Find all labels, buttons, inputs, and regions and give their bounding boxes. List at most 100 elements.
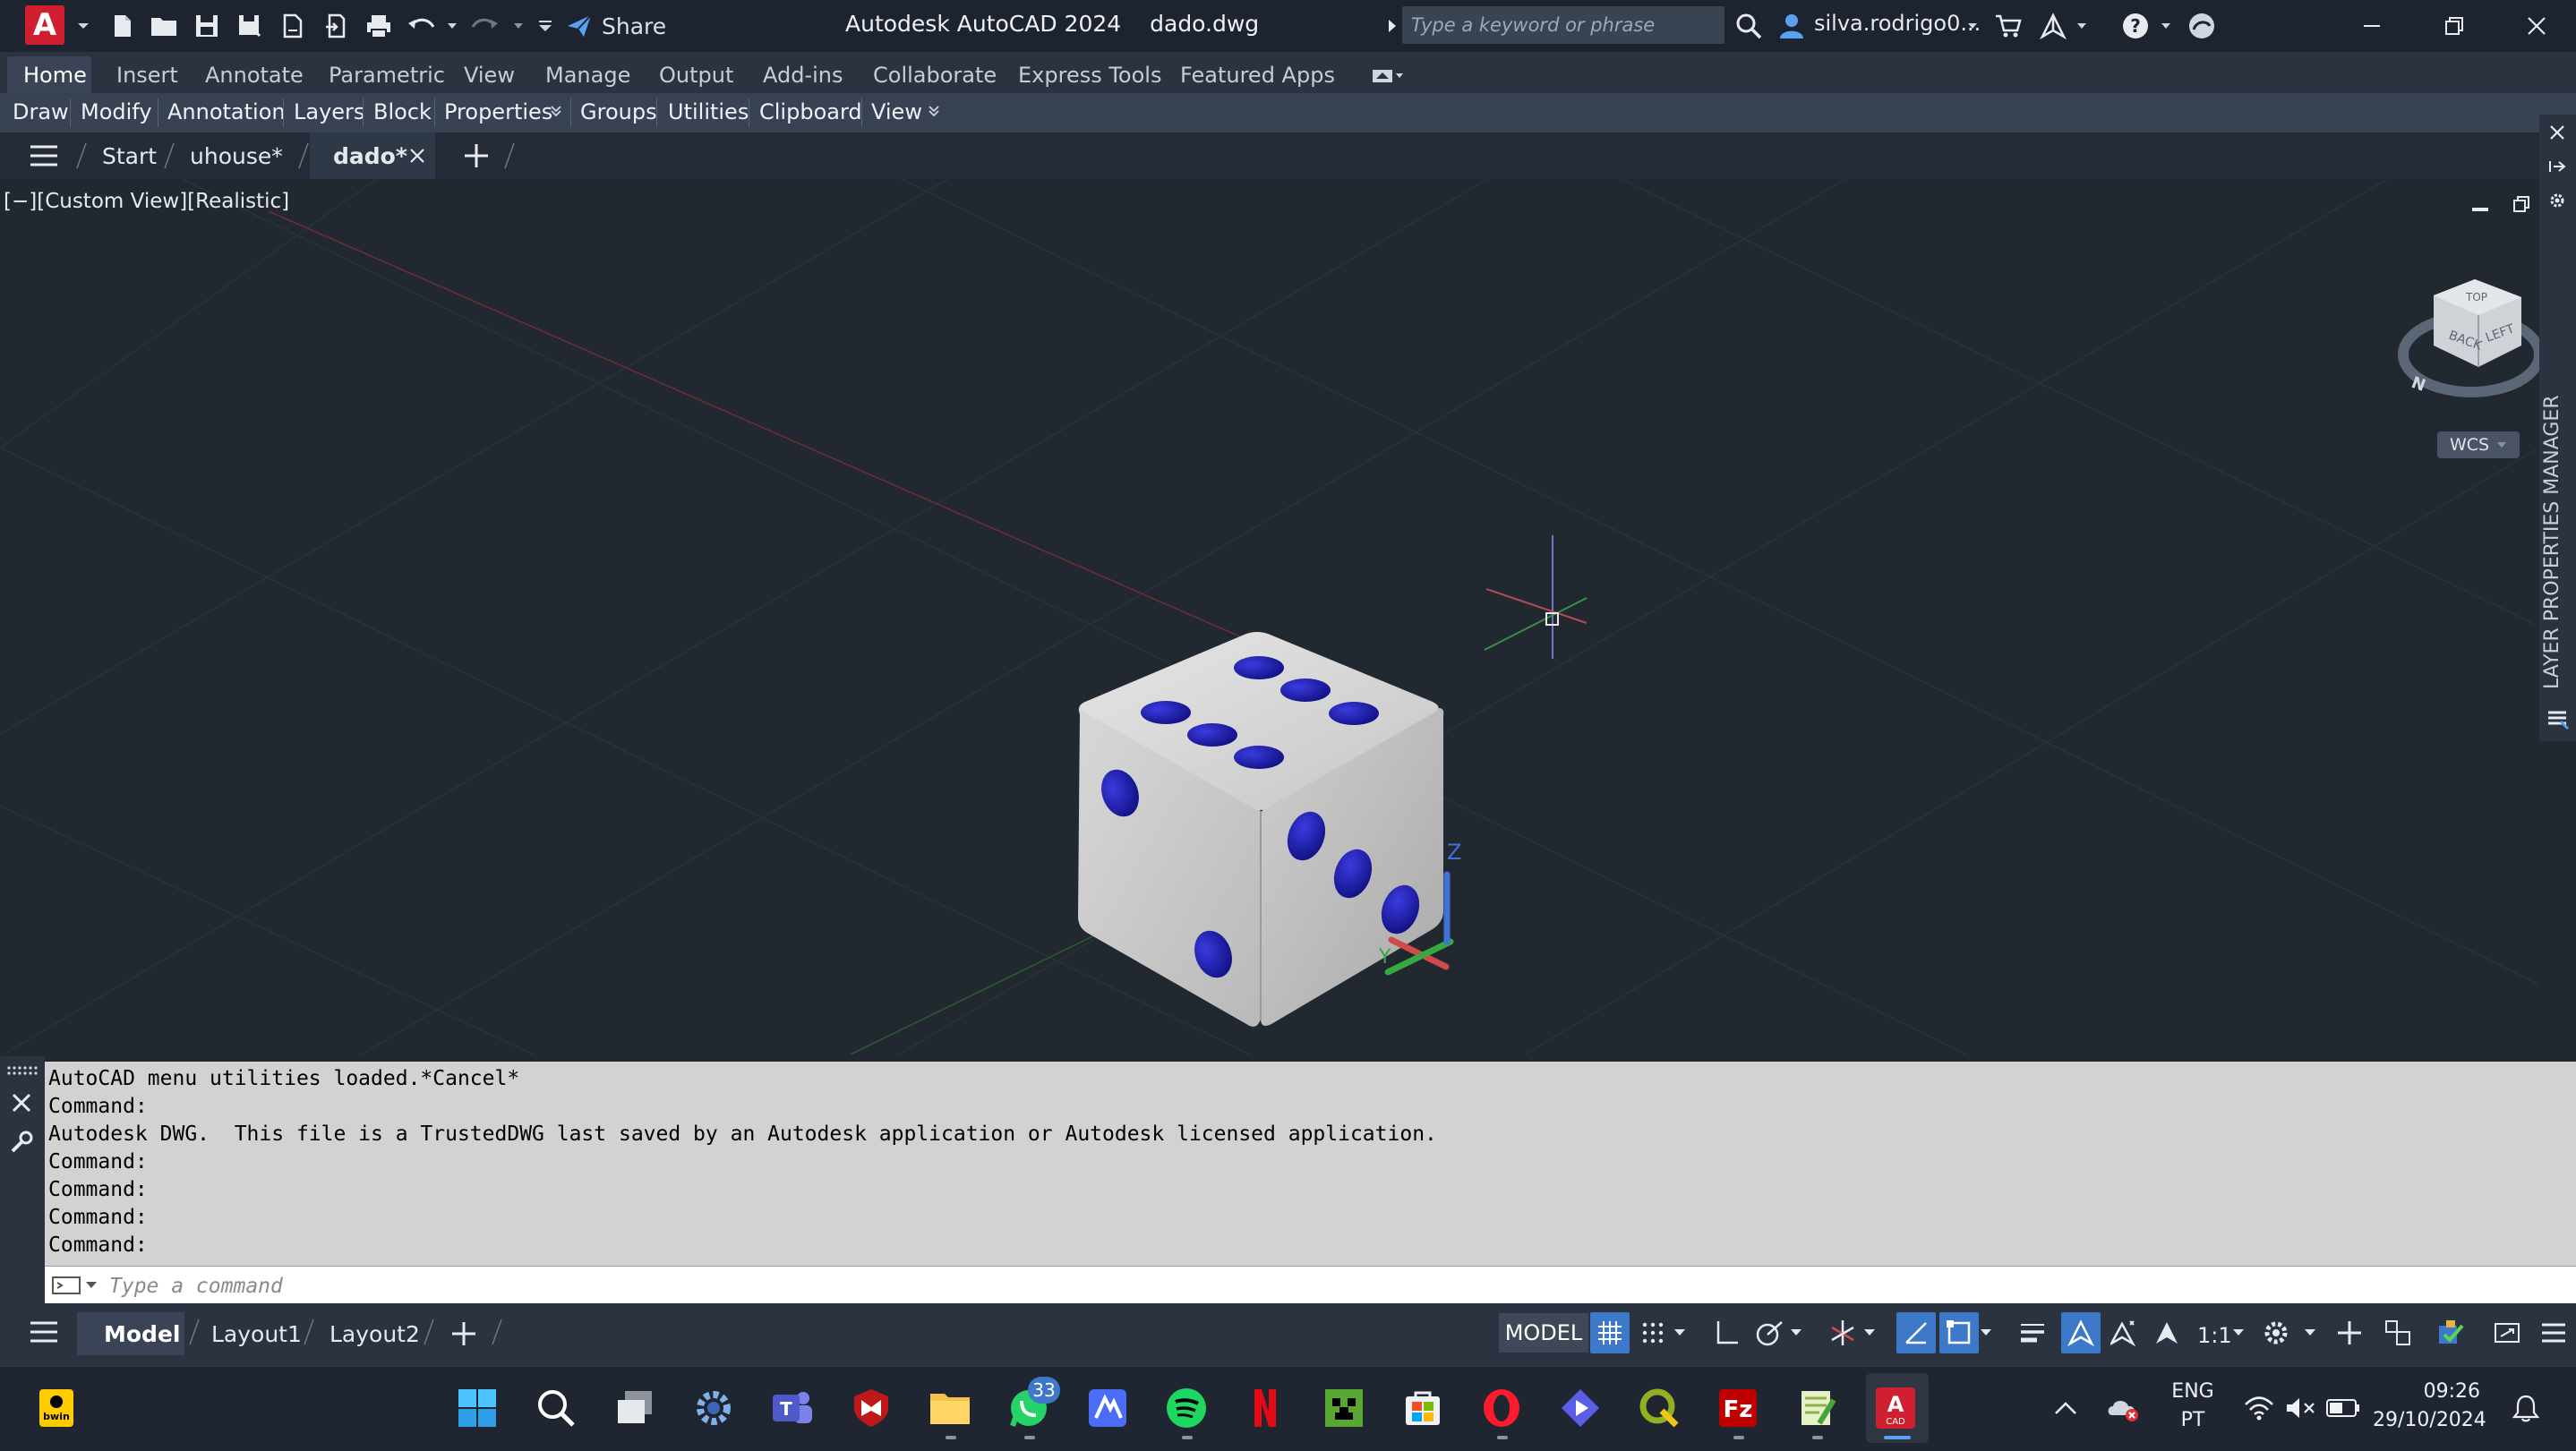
viewport-restore-icon[interactable] [2512,195,2530,213]
panel-block[interactable]: Block [373,99,432,124]
customization-menu-icon[interactable] [2534,1312,2573,1353]
workspace-dropdown-icon[interactable] [2299,1312,2321,1353]
command-recent-icon[interactable] [52,1276,97,1295]
lineweight-icon[interactable] [2013,1312,2052,1353]
save-icon[interactable] [190,8,224,44]
undo-icon[interactable] [405,8,439,44]
autodesk-cloud-icon[interactable] [2185,8,2219,44]
battery-icon[interactable] [2323,1384,2364,1432]
netflix-icon[interactable] [1241,1384,1289,1432]
command-input[interactable] [107,1267,2529,1306]
object-snap-icon[interactable] [1939,1312,1979,1353]
tab-featured-apps[interactable]: Featured Apps [1180,63,1335,88]
autocad-taskbar-icon[interactable]: A CAD [1871,1384,1920,1432]
panel-modify[interactable]: Modify [81,99,152,124]
object-snap-tracking-icon[interactable] [1896,1312,1936,1353]
layout-tab-layout1[interactable]: Layout1 [211,1321,302,1347]
command-window-grip-icon[interactable] [5,1065,39,1076]
notifications-bell-icon[interactable] [2505,1384,2546,1432]
tab-collaborate[interactable]: Collaborate [873,63,997,88]
ribbon-minimize-toggle-icon[interactable] [1372,68,1404,84]
isodraft-icon[interactable] [1823,1312,1862,1353]
onedrive-sync-error-icon[interactable] [2102,1384,2144,1432]
model-space-indicator[interactable]: MODEL [1499,1313,1588,1353]
panel-view-expand-icon[interactable] [928,105,940,117]
windows-start-icon[interactable] [453,1384,501,1432]
restore-window-icon[interactable] [2437,8,2471,44]
object-snap-dropdown-icon[interactable] [1975,1312,1997,1353]
import-icon[interactable] [319,8,353,44]
panel-view[interactable]: View [871,99,922,124]
volume-muted-icon[interactable] [2280,1384,2321,1432]
task-view-icon[interactable] [611,1384,659,1432]
annotation-scale-value[interactable]: 1:1 [2197,1323,2232,1348]
user-dropdown-icon[interactable] [1956,8,1990,44]
tab-add-ins[interactable]: Add-ins [763,63,843,88]
panel-properties[interactable]: Properties [444,99,552,124]
clean-screen-icon[interactable] [2487,1312,2527,1353]
tab-annotate[interactable]: Annotate [205,63,304,88]
autocad-logo-button[interactable]: A [25,5,64,45]
help-search-input[interactable] [1402,6,1724,44]
settings-gear-icon[interactable] [689,1384,738,1432]
wifi-icon[interactable] [2238,1384,2280,1432]
help-dropdown-icon[interactable] [2149,8,2183,44]
panel-draw[interactable]: Draw [13,99,69,124]
layout-tabs-menu-icon[interactable] [29,1319,59,1344]
spotify-icon[interactable] [1162,1384,1211,1432]
command-window-close-icon[interactable] [11,1092,32,1114]
snap-mode-icon[interactable] [1633,1312,1673,1353]
share-button[interactable]: Share [566,11,666,41]
drawing-viewport[interactable]: Z Y BACK LEFT TOP N [0,179,2539,1054]
panel-clipboard[interactable]: Clipboard [759,99,862,124]
tab-insert[interactable]: Insert [116,63,178,88]
panel-properties-expand-icon[interactable] [550,105,562,117]
layout-tab-model[interactable]: Model [104,1321,180,1347]
viewcube-top-face[interactable]: TOP [2465,291,2487,303]
panel-utilities[interactable]: Utilities [668,99,749,124]
bwin-app-icon[interactable]: bwin [32,1384,81,1432]
polar-dropdown-icon[interactable] [1785,1312,1807,1353]
customize-quick-access-icon[interactable] [528,8,562,44]
command-line[interactable] [45,1266,2576,1306]
wcs-menu-button[interactable]: WCS [2437,431,2520,458]
annotation-visibility-icon[interactable] [2061,1312,2101,1353]
opera-browser-icon[interactable] [1477,1384,1526,1432]
panel-layers[interactable]: Layers [294,99,364,124]
input-language-primary[interactable]: ENG [2169,1380,2217,1403]
units-icon[interactable] [2378,1312,2418,1353]
file-tab-uhouse[interactable]: uhouse* [190,143,283,169]
isodraft-dropdown-icon[interactable] [1859,1312,1880,1353]
new-layout-plus-icon[interactable] [449,1319,478,1348]
file-tab-start[interactable]: Start [102,143,157,169]
file-tabs-menu-icon[interactable] [29,143,59,168]
tray-overflow-chevron-icon[interactable] [2045,1384,2086,1432]
annotation-scale-icon[interactable] [2147,1312,2187,1353]
tab-output[interactable]: Output [659,63,733,88]
tab-express-tools[interactable]: Express Tools [1018,63,1161,88]
microsoft-store-icon[interactable] [1399,1384,1447,1432]
close-tab-icon[interactable] [408,147,426,165]
clock-date[interactable]: 29/10/2024 [2373,1409,2486,1431]
autodesk-store-cart-icon[interactable] [1991,8,2025,44]
workspace-gear-icon[interactable] [2256,1312,2296,1353]
maps-app-icon[interactable] [1083,1384,1132,1432]
mcafee-shield-icon[interactable] [847,1384,895,1432]
user-account-icon[interactable] [1775,8,1809,44]
panel-annotation[interactable]: Annotation [167,99,286,124]
grid-display-icon[interactable] [1590,1312,1630,1353]
input-language-secondary[interactable]: PT [2169,1409,2217,1431]
media-player-icon[interactable] [1556,1384,1605,1432]
app-menu-chevron-icon[interactable] [66,8,100,44]
plot-printer-icon[interactable] [362,8,396,44]
layer-properties-manager-title[interactable]: LAYER PROPERTIES MANAGER [2541,395,2563,689]
polar-tracking-icon[interactable] [1750,1312,1789,1353]
layer-stack-icon[interactable] [2545,707,2572,732]
minimize-window-icon[interactable] [2355,8,2389,44]
minecraft-icon[interactable] [1320,1384,1368,1432]
drawing-canvas[interactable]: Z Y BACK LEFT TOP N [0,179,2539,1054]
auto-scale-icon[interactable] [2104,1312,2144,1353]
tab-manage[interactable]: Manage [545,63,630,88]
palette-close-icon[interactable] [2548,124,2566,141]
viewcube[interactable]: BACK LEFT TOP N [2398,279,2539,397]
